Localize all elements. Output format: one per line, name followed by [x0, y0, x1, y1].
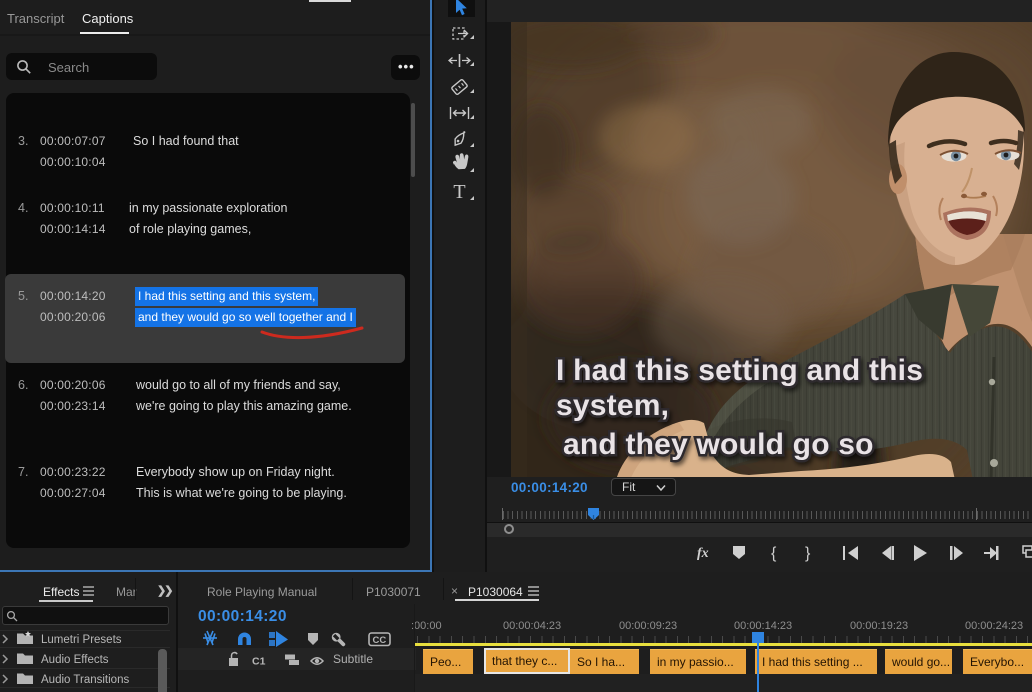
- svg-text:{: {: [771, 545, 777, 562]
- svg-text:and they would go so: and they would go so: [563, 428, 874, 461]
- svg-text:system,: system,: [556, 389, 669, 422]
- svg-text:Audio Effects: Audio Effects: [41, 654, 109, 666]
- svg-text:CC: CC: [373, 635, 387, 646]
- svg-text:C1: C1: [252, 656, 266, 668]
- svg-text:fx: fx: [697, 546, 709, 561]
- svg-text:Audio Transitions: Audio Transitions: [41, 674, 129, 686]
- svg-text:I had this setting and this: I had this setting and this: [556, 354, 923, 387]
- svg-text:}: }: [805, 545, 811, 562]
- svg-text:Lumetri Presets: Lumetri Presets: [41, 634, 122, 646]
- svg-text:T: T: [453, 181, 465, 203]
